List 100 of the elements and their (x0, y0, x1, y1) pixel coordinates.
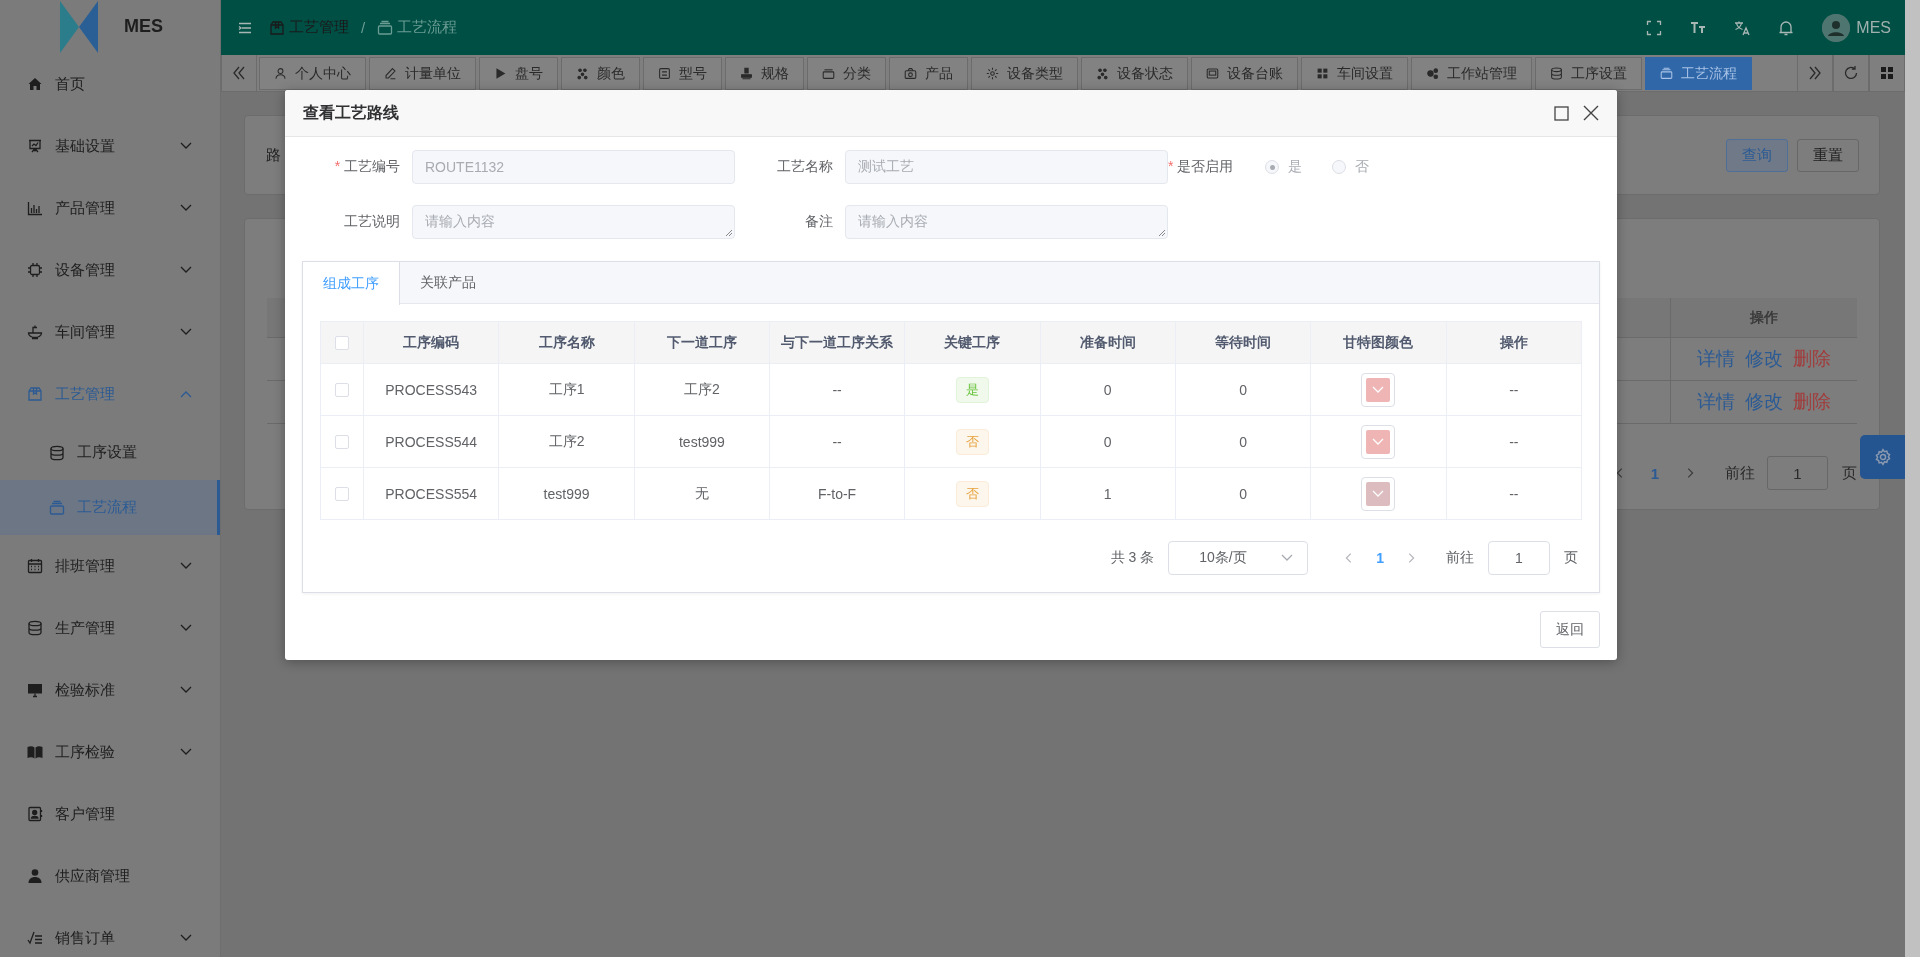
tab[interactable]: 组成工序 (303, 262, 400, 305)
package-icon (27, 386, 43, 402)
settings-button[interactable] (1860, 435, 1905, 479)
database-icon (1550, 67, 1563, 80)
scroll-left-button[interactable] (221, 55, 257, 91)
tab[interactable]: 设备台账 (1191, 57, 1298, 90)
column-header: 关键工序 (944, 333, 1001, 352)
scrollbar[interactable] (1905, 0, 1920, 957)
sidebar-item[interactable]: 基础设置 (0, 115, 220, 177)
page-number[interactable]: 1 (1376, 550, 1384, 566)
column-header: 操作 (1750, 308, 1778, 327)
layout-button[interactable] (1869, 55, 1905, 91)
sidebar-item[interactable]: 工序检验 (0, 721, 220, 783)
bar-chart-icon (27, 200, 43, 216)
database-icon (27, 620, 43, 636)
tab[interactable]: 颜色 (561, 57, 640, 90)
sidebar-item[interactable]: 销售订单 (0, 907, 220, 957)
table-cell: PROCESS543 (385, 381, 478, 398)
translate-icon (1734, 19, 1751, 36)
pencil-icon (384, 67, 397, 80)
tab[interactable]: 关联产品 (400, 262, 497, 303)
tab[interactable]: 型号 (643, 57, 722, 90)
sidebar-item[interactable]: 供应商管理 (0, 845, 220, 907)
table-cell: test999 (543, 485, 590, 502)
easel-icon (27, 138, 43, 154)
user-name[interactable]: MES (1856, 18, 1891, 37)
tab[interactable]: 分类 (807, 57, 886, 90)
grid-icon (1316, 67, 1329, 80)
tab[interactable]: 盘号 (479, 57, 558, 90)
sidebar-item[interactable]: 检验标准 (0, 659, 220, 721)
reset-button[interactable]: 重置 (1797, 138, 1859, 172)
square-icon (658, 67, 671, 80)
scroll-right-button[interactable] (1797, 55, 1833, 91)
column-header: 下一道工序 (666, 333, 737, 352)
tab[interactable]: 设备状态 (1081, 57, 1188, 90)
column-header: 与下一道工序关系 (781, 333, 894, 352)
refresh-button[interactable] (1833, 55, 1869, 91)
table-cell: 1 (1103, 485, 1112, 502)
book-icon (27, 744, 43, 760)
total-count: 共 3 条 (1110, 549, 1155, 567)
table-cell: PROCESS544 (385, 433, 478, 450)
table-cell: 无 (694, 484, 709, 503)
grid-icon (1879, 65, 1895, 81)
sidebar-item[interactable]: 生产管理 (0, 597, 220, 659)
column-header: 工序名称 (538, 333, 595, 352)
checkbox[interactable] (335, 335, 349, 350)
chevron-down-icon (1281, 554, 1294, 562)
tab[interactable]: 车间设置 (1301, 57, 1408, 90)
dialog-title: 查看工艺路线 (303, 102, 400, 123)
tab[interactable]: 计量单位 (369, 57, 476, 90)
close-icon[interactable] (1583, 105, 1599, 121)
back-button[interactable]: 返回 (1540, 611, 1600, 648)
monitor-icon (27, 682, 43, 698)
field-label: 路 (266, 145, 281, 165)
table-cell: test999 (678, 433, 725, 450)
bowl-icon (27, 324, 43, 340)
sidebar-item[interactable]: 排班管理 (0, 535, 220, 597)
checkbox[interactable] (335, 382, 349, 397)
chip-icon (27, 262, 43, 278)
column-header: 准备时间 (1079, 333, 1136, 352)
maximize-icon[interactable] (1554, 105, 1569, 121)
sidebar-item[interactable]: 设备管理 (0, 239, 220, 301)
column-header: 操作 (1499, 333, 1528, 352)
tab[interactable]: 个人中心 (259, 57, 366, 90)
page-size-select[interactable]: 10条/页 (1168, 541, 1309, 575)
page-input[interactable]: 1 (1767, 456, 1828, 490)
avatar[interactable] (1822, 13, 1851, 42)
tab[interactable]: 产品 (889, 57, 968, 90)
tab[interactable]: 工序设置 (1535, 57, 1642, 90)
chevron-down-icon (1372, 489, 1385, 498)
tray-icon (1660, 67, 1673, 80)
chevron-down-icon (1372, 437, 1385, 446)
table-cell: -- (1509, 433, 1519, 450)
tab[interactable]: 工作站管理 (1411, 57, 1532, 90)
text-size-icon (1690, 19, 1707, 36)
tray-icon (377, 19, 394, 36)
table-cell: 0 (1239, 485, 1247, 502)
sidebar-subitem[interactable]: 工序设置 (0, 425, 220, 480)
stamp-icon (740, 67, 753, 80)
table-cell: F-to-F (818, 485, 857, 502)
checkbox[interactable] (335, 434, 349, 449)
page-input[interactable]: 1 (1488, 541, 1550, 575)
logo-text: MES (124, 16, 163, 37)
page-suffix: 页 (1842, 463, 1857, 483)
sidebar-item[interactable]: 首页 (0, 53, 220, 115)
tab[interactable]: 规格 (725, 57, 804, 90)
tab[interactable]: 设备类型 (971, 57, 1078, 90)
sidebar-item[interactable]: 车间管理 (0, 301, 220, 363)
sidebar-item[interactable]: 客户管理 (0, 783, 220, 845)
field-label: 工艺说明 (343, 213, 401, 231)
image-icon (1206, 67, 1219, 80)
settings-icon (1873, 448, 1892, 466)
sidebar-item[interactable]: 产品管理 (0, 177, 220, 239)
camera-icon (904, 67, 917, 80)
table-cell: 0 (1103, 433, 1112, 450)
tab[interactable]: 工艺流程 (1645, 57, 1752, 90)
checklist-icon (27, 930, 43, 946)
checkbox[interactable] (335, 486, 349, 501)
field-label: * 是否启用 (1168, 158, 1235, 176)
fullscreen-icon (1646, 19, 1663, 36)
